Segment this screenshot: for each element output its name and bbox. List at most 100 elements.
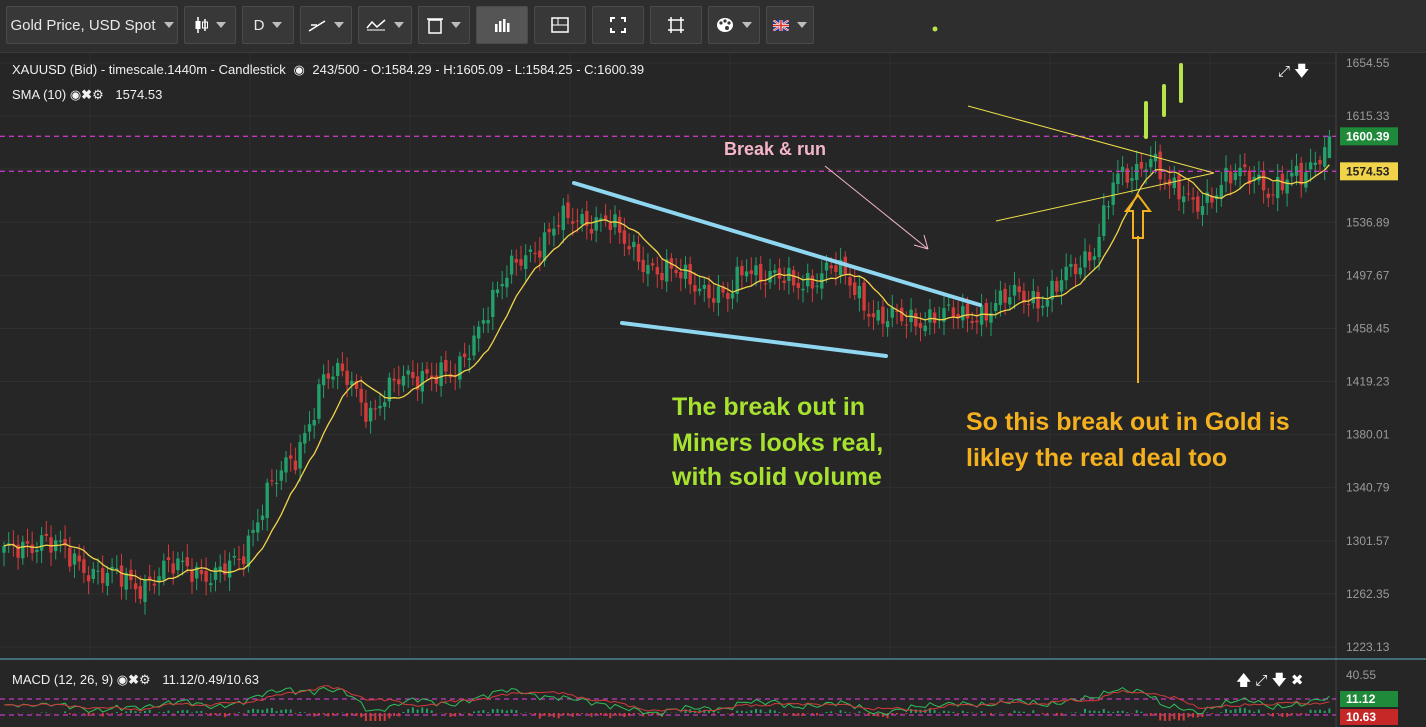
layout-icon	[551, 17, 569, 33]
candle-body	[505, 277, 509, 288]
candle-body	[650, 263, 655, 266]
candle-body	[368, 407, 373, 422]
candle-body	[256, 522, 260, 533]
candle-body	[885, 321, 890, 328]
candle-body	[970, 321, 974, 323]
price-tick-label: 1497.67	[1346, 268, 1390, 282]
candle-body	[608, 222, 612, 230]
candle-body	[791, 270, 796, 286]
candle-body	[763, 283, 768, 285]
price-tick-label: 1615.33	[1346, 109, 1390, 123]
eye-icon[interactable]: ◉	[117, 672, 128, 687]
candle-body	[914, 313, 918, 327]
candle-body	[730, 293, 735, 299]
candle-body	[105, 572, 110, 586]
close-icon[interactable]: ✖	[1291, 672, 1304, 689]
status-dot	[932, 26, 938, 32]
candle-body	[1308, 162, 1313, 170]
expand-icon[interactable]: ⤢	[1255, 672, 1267, 689]
fullscreen-button[interactable]	[592, 6, 644, 44]
candle-body	[434, 375, 439, 384]
candle-body	[44, 533, 48, 536]
timeframe-selector[interactable]: D	[242, 6, 294, 44]
candle-body	[185, 557, 189, 567]
candle-body	[1083, 251, 1087, 268]
crop-button[interactable]	[650, 6, 702, 44]
uk-flag-icon	[773, 19, 789, 31]
candle-body	[68, 547, 72, 567]
price-chart[interactable]: 1654.551615.331576.111536.891497.671458.…	[0, 53, 1426, 727]
expand-icon[interactable]: ⤢	[1278, 63, 1290, 80]
candle-body	[829, 265, 833, 269]
eye-icon[interactable]: ◉	[70, 87, 81, 102]
candle-body	[425, 369, 429, 374]
candle-body	[646, 265, 650, 274]
volume-toggle-button[interactable]	[476, 6, 528, 44]
candle-body	[1191, 197, 1195, 200]
candle-body	[143, 579, 147, 603]
candle-body	[815, 285, 819, 287]
delete-drawings-button[interactable]	[418, 6, 470, 44]
gold-note-line1: So this break out in Gold is	[966, 408, 1290, 436]
candle-body	[951, 307, 956, 317]
price-tick-label: 1262.35	[1346, 587, 1390, 601]
indicator-tool-button[interactable]	[358, 6, 412, 44]
candle-body	[773, 270, 777, 273]
candle-body	[1139, 161, 1144, 169]
eye-icon[interactable]: ◉	[293, 62, 304, 78]
candle-body	[754, 265, 758, 276]
candle-body	[133, 583, 138, 590]
candle-body	[458, 356, 462, 380]
close-icon[interactable]: ✖	[128, 672, 139, 687]
candle-body	[340, 363, 345, 372]
candle-body	[204, 570, 208, 582]
candle-body	[928, 309, 932, 323]
candle-body	[392, 378, 396, 381]
chart-type-button[interactable]	[184, 6, 236, 44]
language-button[interactable]	[766, 6, 814, 44]
candle-body	[227, 560, 232, 578]
candle-body	[857, 285, 862, 299]
crop-icon	[668, 17, 684, 33]
candle-body	[1031, 291, 1035, 304]
candle-body	[213, 567, 218, 580]
candle-body	[462, 353, 467, 358]
candle-body	[1163, 181, 1167, 183]
layout-button[interactable]	[534, 6, 586, 44]
candle-body	[190, 569, 194, 582]
candle-body	[58, 540, 63, 542]
candle-body	[575, 220, 580, 222]
candle-body	[547, 228, 551, 233]
candle-body	[1196, 196, 1200, 212]
candle-body	[1238, 167, 1242, 177]
candle-body	[834, 265, 838, 272]
theme-button[interactable]	[708, 6, 760, 44]
price-tick-label: 1419.23	[1346, 375, 1390, 389]
miners-note-line2: Miners looks real,	[672, 429, 883, 457]
candle-body	[848, 277, 852, 286]
gear-icon[interactable]: ⚙	[139, 672, 151, 687]
candle-body	[1243, 164, 1247, 168]
candle-body	[274, 482, 279, 484]
arrow-down-icon[interactable]: 🡇	[1271, 672, 1286, 689]
trendline-tool-button[interactable]	[300, 6, 352, 44]
candle-body	[749, 270, 753, 274]
chevron-down-icon	[394, 22, 404, 28]
candle-body	[594, 217, 598, 231]
candle-body	[35, 549, 39, 553]
close-icon[interactable]: ✖	[81, 87, 92, 102]
arrow-down-icon[interactable]: 🡇	[1294, 63, 1309, 80]
price-tick-label: 1340.79	[1346, 481, 1390, 495]
symbol-selector[interactable]: Gold Price, USD Spot	[6, 6, 178, 44]
candle-body	[298, 442, 302, 469]
gear-icon[interactable]: ⚙	[92, 87, 104, 102]
candle-body	[411, 371, 415, 379]
candle-body	[881, 306, 885, 324]
candle-body	[1172, 177, 1176, 189]
candle-body	[1008, 297, 1012, 305]
candle-body	[1266, 193, 1270, 198]
candle-body	[613, 214, 617, 228]
candle-body	[824, 262, 829, 271]
candle-body	[1059, 280, 1064, 292]
arrow-up-icon[interactable]: 🡅	[1236, 672, 1251, 689]
